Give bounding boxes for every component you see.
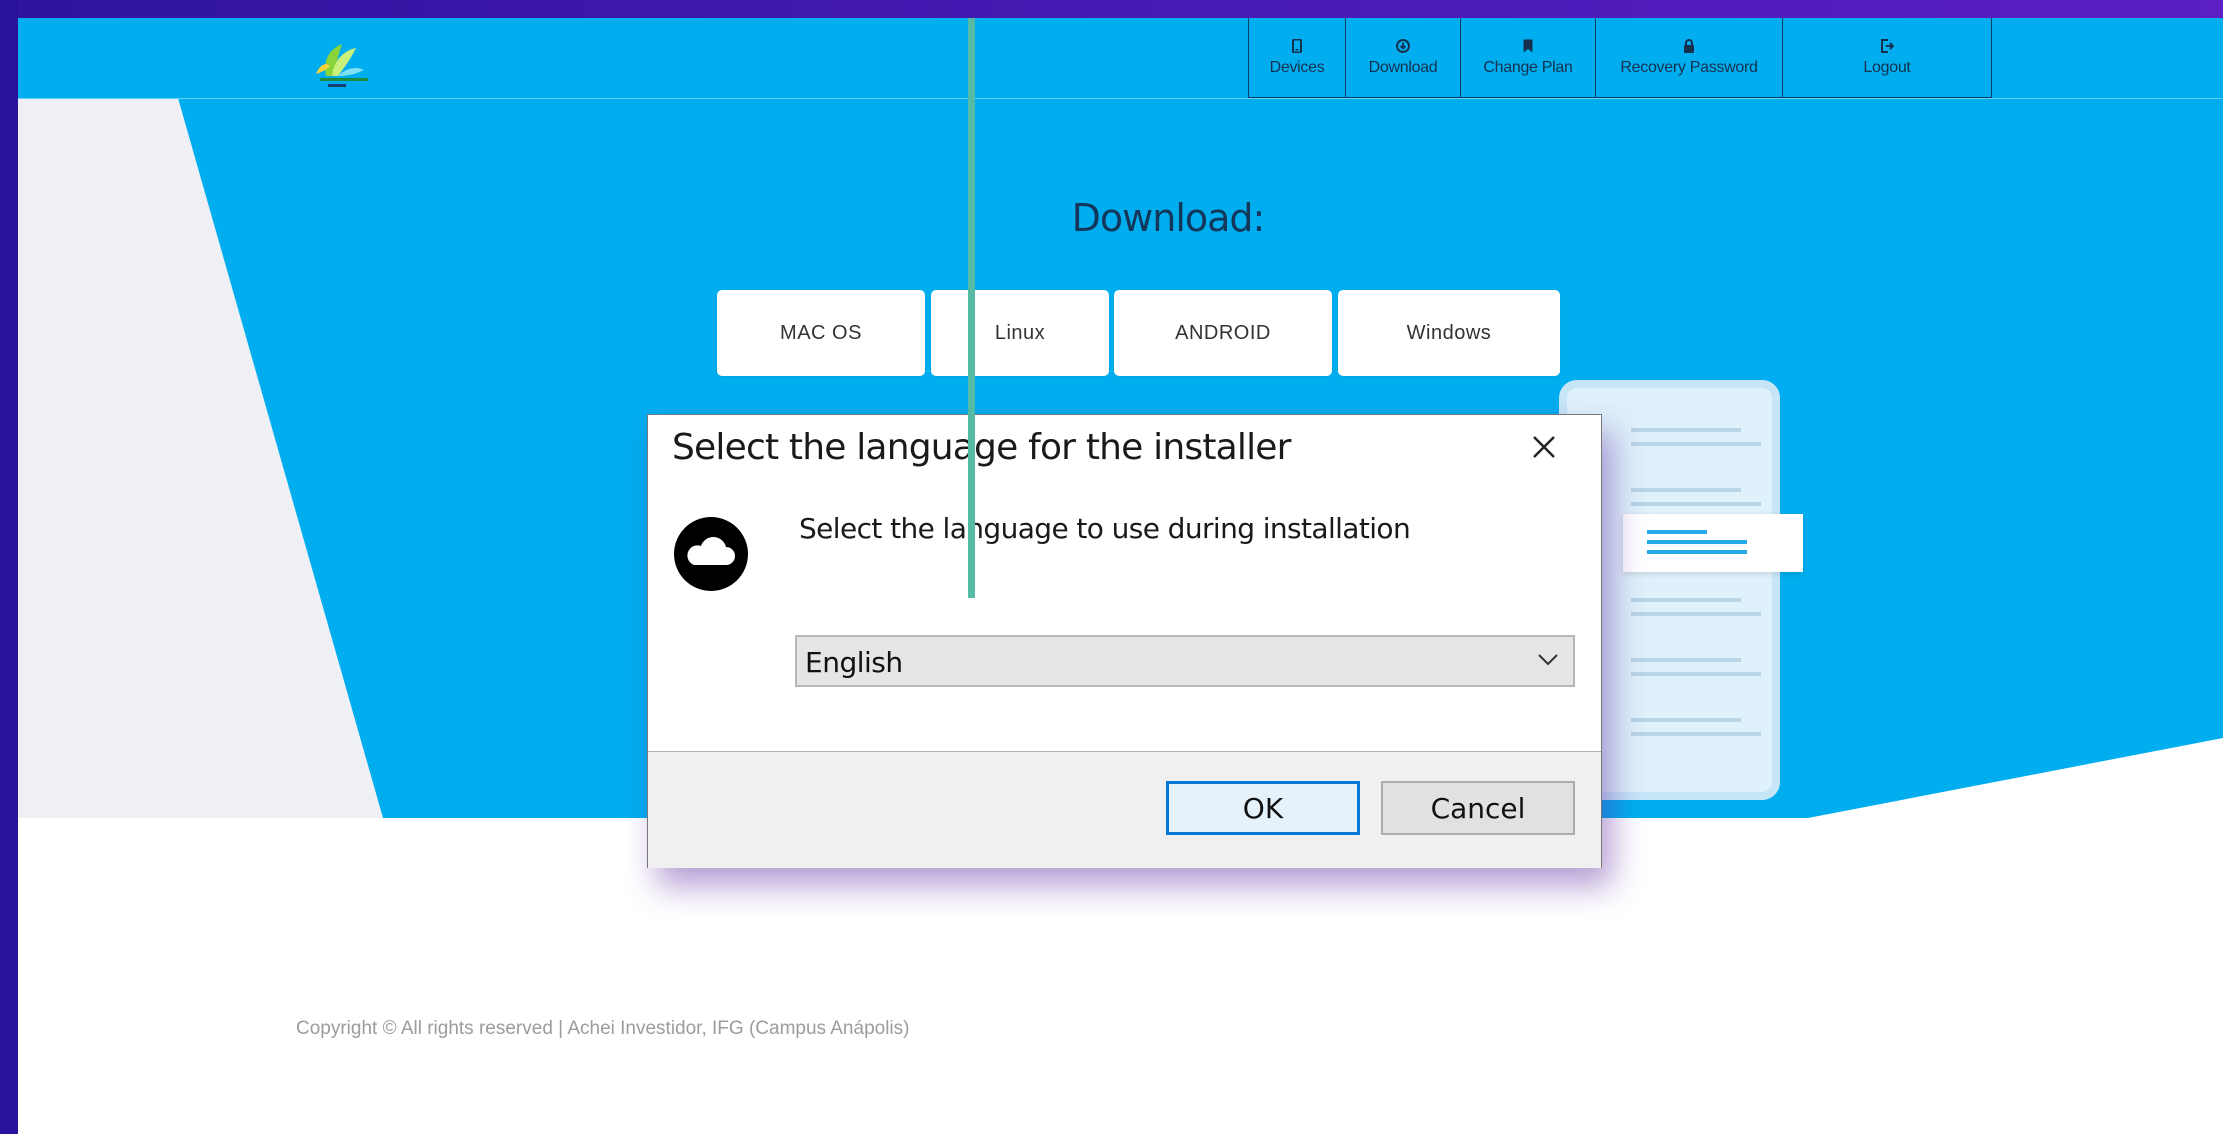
main-nav: Devices Download Change Plan Recovery Pa… bbox=[1248, 18, 1992, 98]
site-logo[interactable] bbox=[302, 36, 382, 92]
download-title: Download: bbox=[1071, 196, 1266, 240]
window-frame-top bbox=[0, 0, 2223, 18]
cloud-icon bbox=[674, 517, 748, 591]
download-icon bbox=[1396, 38, 1410, 53]
nav-change-plan-label: Change Plan bbox=[1483, 58, 1573, 76]
close-icon[interactable] bbox=[1522, 425, 1566, 469]
cancel-button[interactable]: Cancel bbox=[1381, 781, 1575, 835]
nav-download[interactable]: Download bbox=[1345, 18, 1461, 98]
download-linux-button[interactable]: Linux bbox=[931, 290, 1109, 376]
window-frame-left bbox=[0, 0, 18, 1134]
nav-recovery-password-label: Recovery Password bbox=[1620, 58, 1758, 76]
language-select[interactable]: English bbox=[795, 635, 1575, 687]
download-windows-button[interactable]: Windows bbox=[1338, 290, 1560, 376]
download-android-button[interactable]: ANDROID bbox=[1114, 290, 1332, 376]
phone-illustration-card bbox=[1623, 514, 1803, 572]
nav-devices-label: Devices bbox=[1269, 58, 1325, 76]
download-macos-button[interactable]: MAC OS bbox=[717, 290, 925, 376]
dialog-footer: OK Cancel bbox=[648, 751, 1601, 868]
footer-copyright: Copyright © All rights reserved | Achei … bbox=[296, 1018, 910, 1039]
dialog-message: Select the language to use during instal… bbox=[799, 512, 1411, 545]
bookmark-icon bbox=[1523, 39, 1533, 52]
web-page: Devices Download Change Plan Recovery Pa… bbox=[18, 18, 2223, 1134]
nav-logout-label: Logout bbox=[1863, 58, 1911, 76]
language-select-value: English bbox=[805, 646, 903, 679]
phone-icon bbox=[1292, 38, 1302, 53]
nav-change-plan[interactable]: Change Plan bbox=[1460, 18, 1596, 98]
installer-language-dialog: Select the language for the installer Se… bbox=[647, 414, 1602, 868]
logout-icon bbox=[1881, 38, 1894, 53]
dialog-title: Select the language for the installer bbox=[672, 427, 1291, 468]
chevron-down-icon bbox=[1538, 654, 1558, 666]
nav-devices[interactable]: Devices bbox=[1248, 18, 1346, 98]
ok-button[interactable]: OK bbox=[1166, 781, 1360, 835]
teal-vertical-line bbox=[968, 18, 975, 598]
nav-download-label: Download bbox=[1368, 58, 1438, 76]
lock-icon bbox=[1684, 38, 1694, 53]
top-navbar: Devices Download Change Plan Recovery Pa… bbox=[18, 18, 2223, 99]
nav-recovery-password[interactable]: Recovery Password bbox=[1595, 18, 1783, 98]
nav-logout[interactable]: Logout bbox=[1782, 18, 1992, 98]
